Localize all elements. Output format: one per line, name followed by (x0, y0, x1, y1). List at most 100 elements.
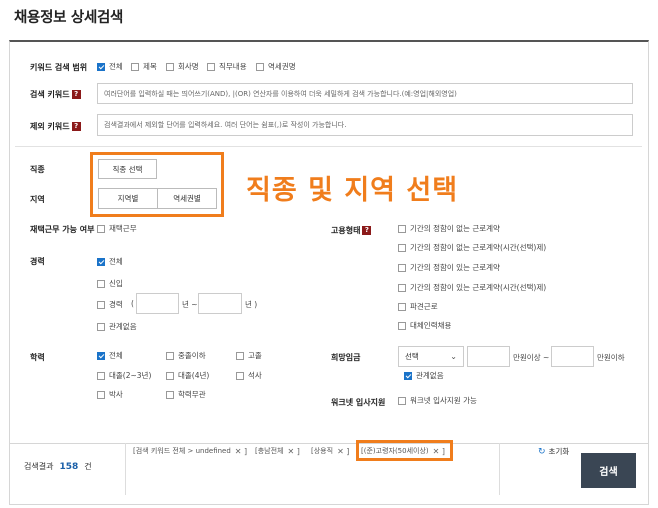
career-option-new[interactable]: 신입 (97, 278, 123, 289)
checkbox[interactable] (166, 371, 174, 380)
employment-option[interactable]: 대체인력채용 (398, 320, 451, 331)
reset-label: 초기화 (548, 447, 570, 456)
filter-tag[interactable]: [(준)고령자(50세이상) ✕ ] (361, 446, 445, 456)
close-icon[interactable]: ✕ ] (337, 447, 349, 456)
scope-option-company[interactable]: 회사명 (166, 61, 199, 72)
education-option[interactable]: 대졸(2~3년) (97, 370, 151, 381)
checkbox[interactable] (97, 351, 105, 360)
remote-label: 재택근무 가능 여부 (30, 225, 95, 234)
checkbox[interactable] (398, 302, 406, 311)
education-option[interactable]: 박사 (97, 389, 123, 400)
career-option-all[interactable]: 전체 (97, 256, 123, 267)
education-option[interactable]: 대졸(4년) (166, 370, 209, 381)
checkbox[interactable] (398, 224, 406, 233)
checkbox[interactable] (97, 62, 105, 71)
education-option[interactable]: 고졸 (236, 350, 262, 361)
employment-option[interactable]: 기간의 정함이 없는 근로계약 (398, 223, 500, 234)
scope-option-title[interactable]: 제목 (131, 61, 157, 72)
option-label: 학력무관 (178, 390, 206, 399)
checkbox[interactable] (398, 396, 406, 405)
checkbox[interactable] (97, 224, 105, 233)
employment-option[interactable]: 기간의 정함이 있는 근로계약 (398, 262, 500, 273)
checkbox[interactable] (97, 300, 105, 309)
worknet-option[interactable]: 워크넷 입사지원 가능 (398, 395, 477, 406)
checkbox[interactable] (404, 371, 412, 380)
filter-tag[interactable]: [상용직 ✕ ] (311, 446, 349, 456)
option-label: 관계없음 (416, 371, 444, 380)
option-label: 기간의 정함이 없는 근로계약 (410, 224, 500, 233)
career-min-years-input[interactable] (136, 293, 179, 314)
option-label: 박사 (109, 390, 123, 399)
education-option[interactable]: 중졸이하 (166, 350, 206, 361)
results-count: 158 (59, 462, 79, 472)
checkbox[interactable] (166, 62, 174, 71)
employment-option[interactable]: 파견근로 (398, 301, 438, 312)
salary-min-input[interactable] (467, 346, 510, 367)
close-icon[interactable]: ✕ ] (288, 447, 300, 456)
checkbox[interactable] (256, 62, 264, 71)
search-button[interactable]: 검색 (581, 453, 636, 488)
checkbox[interactable] (97, 279, 105, 288)
checkbox[interactable] (398, 283, 406, 292)
job-type-select-button[interactable]: 직종 선택 (98, 159, 157, 179)
close-icon[interactable]: ✕ ] (235, 447, 247, 456)
option-label: 전체 (109, 62, 123, 71)
scope-option-duty[interactable]: 직무내용 (207, 61, 247, 72)
remote-option[interactable]: 재택근무 (97, 223, 137, 234)
checkbox[interactable] (97, 322, 105, 331)
option-label: 석사 (248, 371, 262, 380)
filter-tag[interactable]: [충남전체 ✕ ] (255, 446, 300, 456)
salary-max-unit: 만원이하 (597, 353, 625, 362)
option-label: 직무내용 (219, 62, 247, 71)
career-option-any[interactable]: 관계없음 (97, 321, 137, 332)
select-value: 선택 (405, 352, 419, 361)
checkbox[interactable] (166, 390, 174, 399)
employment-option[interactable]: 기간의 정함이 없는 근로계약(시간(선택)제) (398, 242, 546, 253)
education-option[interactable]: 학력무관 (166, 389, 206, 400)
section-divider (15, 146, 642, 147)
label-text: 제외 키워드 (30, 122, 70, 131)
checkbox[interactable] (97, 390, 105, 399)
option-label: 대체인력채용 (410, 321, 452, 330)
checkbox[interactable] (398, 321, 406, 330)
station-region-button[interactable]: 역세권별 (157, 188, 217, 209)
option-label: 관계없음 (109, 322, 137, 331)
region-button[interactable]: 지역별 (98, 188, 158, 209)
reset-button[interactable]: ↻ 초기화 (538, 446, 569, 457)
education-label: 학력 (30, 353, 45, 362)
close-icon[interactable]: ✕ ] (433, 447, 445, 456)
help-icon[interactable]: ? (71, 122, 81, 131)
education-option[interactable]: 석사 (236, 370, 262, 381)
checkbox[interactable] (131, 62, 139, 71)
search-keyword-input[interactable]: 여러단어를 입력하실 때는 띄어쓰기(AND), |(OR) 연산자를 이용하여… (97, 83, 633, 104)
option-label: 워크넷 입사지원 가능 (410, 396, 477, 405)
career-option-experienced[interactable]: 경력 (97, 299, 123, 310)
page-title: 채용정보 상세검색 (14, 10, 124, 26)
annotation-text: 직종 및 지역 선택 (246, 175, 459, 206)
salary-any-option[interactable]: 관계없음 (404, 370, 444, 381)
salary-max-input[interactable] (551, 346, 594, 367)
search-keyword-label: 검색 키워드? (30, 89, 81, 100)
checkbox[interactable] (97, 371, 105, 380)
exclude-keyword-input[interactable]: 검색결과에서 제외할 단어를 입력하세요. 여러 단어는 쉼표(,)로 작성이 … (97, 114, 633, 136)
checkbox[interactable] (97, 257, 105, 266)
education-option[interactable]: 전체 (97, 350, 123, 361)
checkbox[interactable] (166, 351, 174, 360)
career-max-years-input[interactable] (198, 293, 242, 314)
salary-select[interactable]: 선택 ⌄ (398, 346, 464, 367)
scope-option-all[interactable]: 전체 (97, 61, 123, 72)
salary-min-unit: 만원이상 ~ (513, 353, 550, 362)
checkbox[interactable] (398, 263, 406, 272)
help-icon[interactable]: ? (71, 90, 81, 99)
results-summary: 검색결과 158 건 (24, 461, 92, 472)
checkbox[interactable] (236, 371, 244, 380)
checkbox[interactable] (398, 243, 406, 252)
filter-tag[interactable]: [검색 키워드 전체 > undefined ✕ ] (133, 446, 247, 456)
option-label: 재택근무 (109, 224, 137, 233)
scope-option-station[interactable]: 역세권명 (256, 61, 296, 72)
label-text: 고용형태 (331, 226, 361, 235)
checkbox[interactable] (236, 351, 244, 360)
checkbox[interactable] (207, 62, 215, 71)
help-icon[interactable]: ? (362, 226, 372, 235)
employment-option[interactable]: 기간의 정함이 있는 근로계약(시간(선택)제) (398, 282, 546, 293)
